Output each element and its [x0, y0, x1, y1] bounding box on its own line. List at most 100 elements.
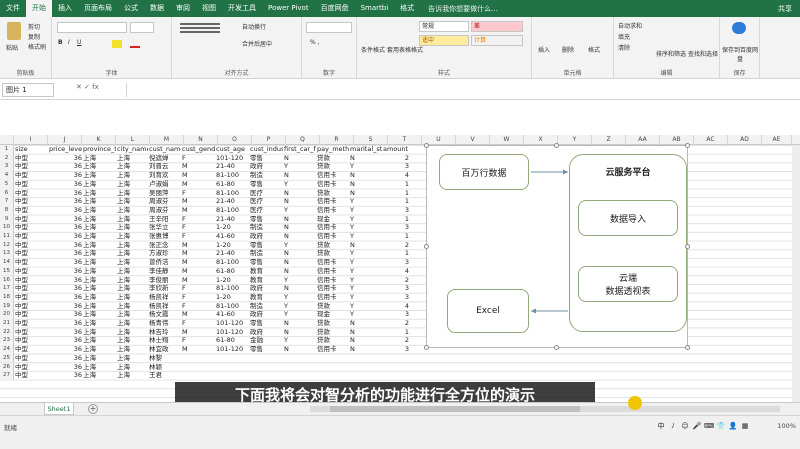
table-cell[interactable]: M: [182, 328, 215, 337]
column-header[interactable]: M: [150, 135, 184, 145]
table-cell[interactable]: 医疗: [250, 206, 283, 215]
table-cell[interactable]: 上海: [83, 249, 116, 258]
table-cell[interactable]: 王君: [149, 371, 181, 380]
table-cell[interactable]: 上海: [117, 180, 148, 189]
table-cell[interactable]: 张华立: [149, 223, 181, 232]
table-cell[interactable]: 李俊丽: [149, 276, 181, 285]
column-header[interactable]: X: [524, 135, 558, 145]
share-button[interactable]: 共享: [778, 4, 800, 14]
table-cell[interactable]: M: [182, 276, 215, 285]
table-cell[interactable]: 现金: [317, 215, 349, 224]
table-cell[interactable]: 中型: [15, 319, 48, 328]
table-cell[interactable]: 上海: [83, 293, 116, 302]
column-header[interactable]: AD: [728, 135, 762, 145]
column-header[interactable]: Y: [558, 135, 592, 145]
formula-input[interactable]: [126, 83, 796, 97]
row-header[interactable]: 15: [0, 266, 14, 276]
table-cell[interactable]: 上海: [117, 302, 148, 311]
table-cell[interactable]: N: [350, 154, 382, 163]
table-cell[interactable]: 1: [383, 249, 409, 258]
style-calc[interactable]: 计算: [471, 35, 523, 46]
percent-icon[interactable]: % ,: [310, 39, 320, 46]
table-cell[interactable]: 上海: [83, 154, 116, 163]
column-header[interactable]: T: [388, 135, 422, 145]
column-header[interactable]: S: [354, 135, 388, 145]
table-cell[interactable]: 101-120: [216, 328, 249, 337]
table-cell[interactable]: N: [284, 284, 316, 293]
ime-icon[interactable]: 中: [656, 421, 666, 431]
table-format-button[interactable]: 套用表格格式: [387, 45, 423, 54]
table-cell[interactable]: 刘晋云: [149, 162, 181, 171]
table-cell[interactable]: 杨凯祥: [149, 293, 181, 302]
table-cell[interactable]: 36: [49, 284, 82, 293]
table-cell[interactable]: 信用卡: [317, 232, 349, 241]
table-cell[interactable]: 21-40: [216, 215, 249, 224]
row-header[interactable]: 25: [0, 353, 14, 363]
row-header[interactable]: 14: [0, 258, 14, 267]
table-cell[interactable]: Y: [350, 232, 382, 241]
table-cell[interactable]: 36: [49, 302, 82, 311]
table-cell[interactable]: 零售: [250, 319, 283, 328]
table-cell[interactable]: Y: [350, 267, 382, 276]
table-cell[interactable]: M: [182, 310, 215, 319]
name-box[interactable]: 图片 1: [2, 83, 54, 97]
table-cell[interactable]: 3: [383, 345, 409, 354]
select-all-corner[interactable]: [0, 135, 14, 145]
table-cell[interactable]: 上海: [83, 267, 116, 276]
table-cell[interactable]: 3: [383, 293, 409, 302]
table-cell[interactable]: 贷款: [317, 189, 349, 198]
table-cell[interactable]: 中型: [15, 154, 48, 163]
merge-center-button[interactable]: 合并后居中: [242, 39, 272, 48]
table-cell[interactable]: 杨凯祥: [149, 302, 181, 311]
row-header[interactable]: 13: [0, 249, 14, 259]
table-cell[interactable]: 上海: [117, 276, 148, 285]
table-cell[interactable]: 36: [49, 276, 82, 285]
table-cell[interactable]: 信用卡: [317, 206, 349, 215]
table-cell[interactable]: 中型: [15, 223, 48, 232]
table-cell[interactable]: 上海: [117, 171, 148, 180]
row-header[interactable]: 22: [0, 327, 14, 337]
vertical-scrollbar[interactable]: [792, 145, 800, 402]
table-cell[interactable]: 曾侨洁: [149, 258, 181, 267]
table-cell[interactable]: 36: [49, 215, 82, 224]
ribbon-tab[interactable]: 开发工具: [222, 0, 262, 17]
table-cell[interactable]: 4: [383, 302, 409, 311]
horizontal-scrollbar[interactable]: [310, 406, 780, 412]
table-cell[interactable]: 上海: [83, 336, 116, 345]
table-cell[interactable]: 信用卡: [317, 197, 349, 206]
row-header[interactable]: 17: [0, 284, 14, 293]
row-header[interactable]: 26: [0, 362, 14, 372]
row-header[interactable]: 8: [0, 205, 14, 215]
table-cell[interactable]: M: [182, 258, 215, 267]
table-cell[interactable]: 上海: [83, 215, 116, 224]
table-cell[interactable]: 2: [383, 336, 409, 345]
table-cell[interactable]: 36: [49, 162, 82, 171]
table-cell[interactable]: 中型: [15, 302, 48, 311]
table-cell[interactable]: 上海: [83, 206, 116, 215]
table-cell[interactable]: 4: [383, 171, 409, 180]
copy-button[interactable]: 复制: [28, 32, 40, 41]
table-cell[interactable]: 贷款: [317, 302, 349, 311]
format-painter-button[interactable]: 格式刷: [28, 42, 46, 51]
row-header[interactable]: 24: [0, 345, 14, 354]
table-cell[interactable]: 中型: [15, 310, 48, 319]
table-cell[interactable]: 3: [383, 206, 409, 215]
table-cell[interactable]: 81-100: [216, 171, 249, 180]
table-cell[interactable]: 101-120: [216, 345, 249, 354]
baidu-cloud-icon[interactable]: [732, 22, 746, 34]
table-cell[interactable]: 中型: [15, 180, 48, 189]
table-cell[interactable]: 中型: [15, 206, 48, 215]
table-cell[interactable]: M: [182, 249, 215, 258]
table-cell[interactable]: 中型: [15, 197, 48, 206]
table-cell[interactable]: 36: [49, 328, 82, 337]
table-cell[interactable]: 1: [383, 180, 409, 189]
ribbon-tab[interactable]: Power Pivot: [262, 0, 315, 17]
resize-handle[interactable]: [554, 345, 559, 350]
table-cell[interactable]: 卢淑娟: [149, 180, 181, 189]
header-cell[interactable]: first_car_fl: [284, 145, 316, 154]
table-cell[interactable]: Y: [284, 241, 316, 250]
table-cell[interactable]: 36: [49, 293, 82, 302]
align-icon[interactable]: [180, 23, 220, 25]
ime-icon[interactable]: ▦: [740, 422, 750, 430]
row-header[interactable]: 1: [0, 145, 14, 154]
